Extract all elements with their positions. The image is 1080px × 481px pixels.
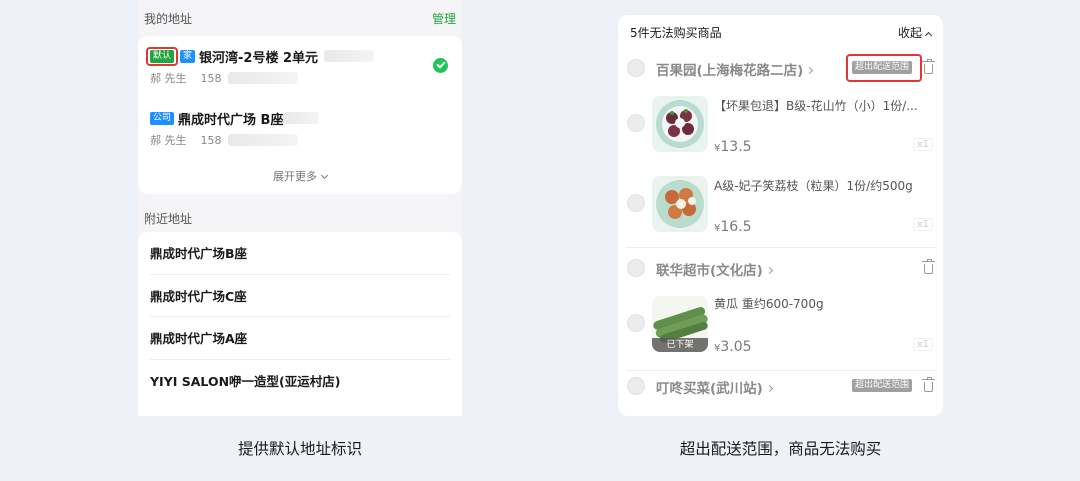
expand-more-button[interactable]: 展开更多 — [138, 168, 462, 184]
quantity-badge: x1 — [912, 338, 933, 351]
off-shelf-label: 已下架 — [652, 338, 708, 352]
store-row[interactable]: 联华超市(文化店) — [618, 251, 943, 285]
my-address-title: 我的地址 — [144, 11, 193, 26]
product-name: 黄瓜 重约600-700g — [714, 297, 824, 311]
product-radio[interactable] — [627, 194, 645, 212]
trash-icon[interactable] — [922, 259, 935, 274]
product-item[interactable]: A级-妃子笑荔枝（粒果）1份/约500g ¥16.5 x1 — [618, 173, 943, 253]
nearby-item[interactable]: YIYI SALON咿一造型(亚运村店) — [150, 360, 450, 403]
unavailable-items-panel: 5件无法购买商品 收起 百果园(上海梅花路二店) 超出配送范围 【坏果包退】B级… — [618, 15, 943, 416]
store-radio[interactable] — [627, 259, 645, 277]
cucumber-image: 已下架 — [652, 296, 708, 352]
store-name[interactable]: 百果园(上海梅花路二店) — [656, 59, 814, 79]
out-of-range-tag: 超出配送范围 — [852, 379, 913, 392]
product-price: ¥16.5 — [714, 219, 752, 235]
redacted-phone — [227, 72, 298, 84]
trash-icon[interactable] — [922, 59, 935, 74]
product-item[interactable]: 已下架 黄瓜 重约600-700g ¥3.05 x1 — [618, 293, 943, 373]
quantity-badge: x1 — [912, 138, 933, 151]
address-text: 鼎成时代广场 B座 — [178, 112, 284, 128]
out-of-range-tag: 超出配送范围 — [852, 61, 913, 74]
default-tag-highlight: 默认 — [146, 46, 179, 66]
product-radio[interactable] — [627, 314, 645, 332]
store-radio[interactable] — [627, 59, 645, 77]
nearby-title: 附近地址 — [144, 211, 193, 226]
price-value: 13.5 — [720, 139, 752, 155]
nearby-card: 鼎成时代广场B座 鼎成时代广场C座 鼎成时代广场A座 YIYI SALON咿一造… — [138, 232, 462, 416]
redacted-phone — [227, 134, 298, 146]
nearby-header: 附近地址 — [138, 200, 462, 236]
store-name-text: 叮咚买菜(武川站) — [656, 381, 763, 397]
selected-check-icon — [433, 58, 448, 73]
store-row[interactable]: 叮咚买菜(武川站) 超出配送范围 — [618, 371, 943, 405]
chevron-up-icon — [924, 31, 933, 39]
collapse-button[interactable]: 收起 — [897, 24, 933, 41]
chevron-down-icon — [320, 171, 329, 180]
my-address-card: 默认 家 银河湾-2号楼 2单元 郝 先生 158 公司 鼎成时代广场 B座 郝… — [138, 36, 462, 194]
product-price: ¥3.05 — [714, 339, 752, 355]
my-address-header: 我的地址 管理 — [138, 0, 462, 36]
manage-button[interactable]: 管理 — [432, 10, 456, 27]
company-tag: 公司 — [150, 111, 175, 125]
product-item[interactable]: 【坏果包退】B级-花山竹（小）1份/... ¥13.5 x1 — [618, 93, 943, 173]
contact-name: 郝 先生 — [150, 72, 187, 85]
address-item-default[interactable]: 默认 家 银河湾-2号楼 2单元 郝 先生 158 — [146, 46, 450, 86]
redacted-text — [324, 50, 375, 62]
home-tag: 家 — [180, 49, 196, 63]
store-name-text: 百果园(上海梅花路二店) — [656, 63, 804, 79]
nearby-item[interactable]: 鼎成时代广场C座 — [150, 275, 450, 317]
nearby-item[interactable]: 鼎成时代广场A座 — [150, 317, 450, 360]
product-price: ¥13.5 — [714, 139, 752, 155]
store-name-text: 联华超市(文化店) — [656, 263, 763, 279]
chevron-right-icon — [765, 266, 773, 275]
unavailable-header: 5件无法购买商品 收起 — [618, 15, 943, 49]
price-value: 16.5 — [720, 219, 752, 235]
expand-more-label: 展开更多 — [273, 170, 317, 183]
address-item-company[interactable]: 公司 鼎成时代广场 B座 郝 先生 158 — [150, 108, 450, 148]
contact-phone: 158 — [200, 71, 222, 85]
chevron-right-icon — [806, 66, 814, 75]
contact-phone: 158 — [200, 133, 222, 147]
left-caption: 提供默认地址标识 — [237, 440, 362, 458]
address-panel: 我的地址 管理 默认 家 银河湾-2号楼 2单元 郝 先生 158 公司 鼎成时… — [138, 0, 462, 416]
address-text: 银河湾-2号楼 2单元 — [199, 50, 319, 66]
store-row[interactable]: 百果园(上海梅花路二店) 超出配送范围 — [618, 51, 943, 85]
collapse-label: 收起 — [897, 25, 922, 40]
store-name[interactable]: 叮咚买菜(武川站) — [656, 377, 773, 397]
default-tag: 默认 — [150, 49, 175, 63]
product-name: 【坏果包退】B级-花山竹（小）1份/... — [714, 99, 918, 113]
store-radio[interactable] — [627, 377, 645, 395]
store-name[interactable]: 联华超市(文化店) — [656, 259, 773, 279]
lychee-image — [652, 176, 708, 232]
divider — [626, 247, 935, 248]
contact-name: 郝 先生 — [150, 134, 187, 147]
product-name: A级-妃子笑荔枝（粒果）1份/约500g — [714, 179, 913, 193]
chevron-right-icon — [765, 384, 773, 393]
price-value: 3.05 — [720, 339, 752, 355]
product-radio[interactable] — [627, 114, 645, 132]
nearby-item[interactable]: 鼎成时代广场B座 — [150, 232, 450, 275]
right-caption: 超出配送范围，商品无法购买 — [679, 440, 882, 458]
trash-icon[interactable] — [922, 377, 935, 392]
unavailable-count: 5件无法购买商品 — [630, 25, 722, 40]
mangosteen-image — [652, 96, 708, 152]
quantity-badge: x1 — [912, 218, 933, 231]
redacted-text — [283, 112, 320, 124]
